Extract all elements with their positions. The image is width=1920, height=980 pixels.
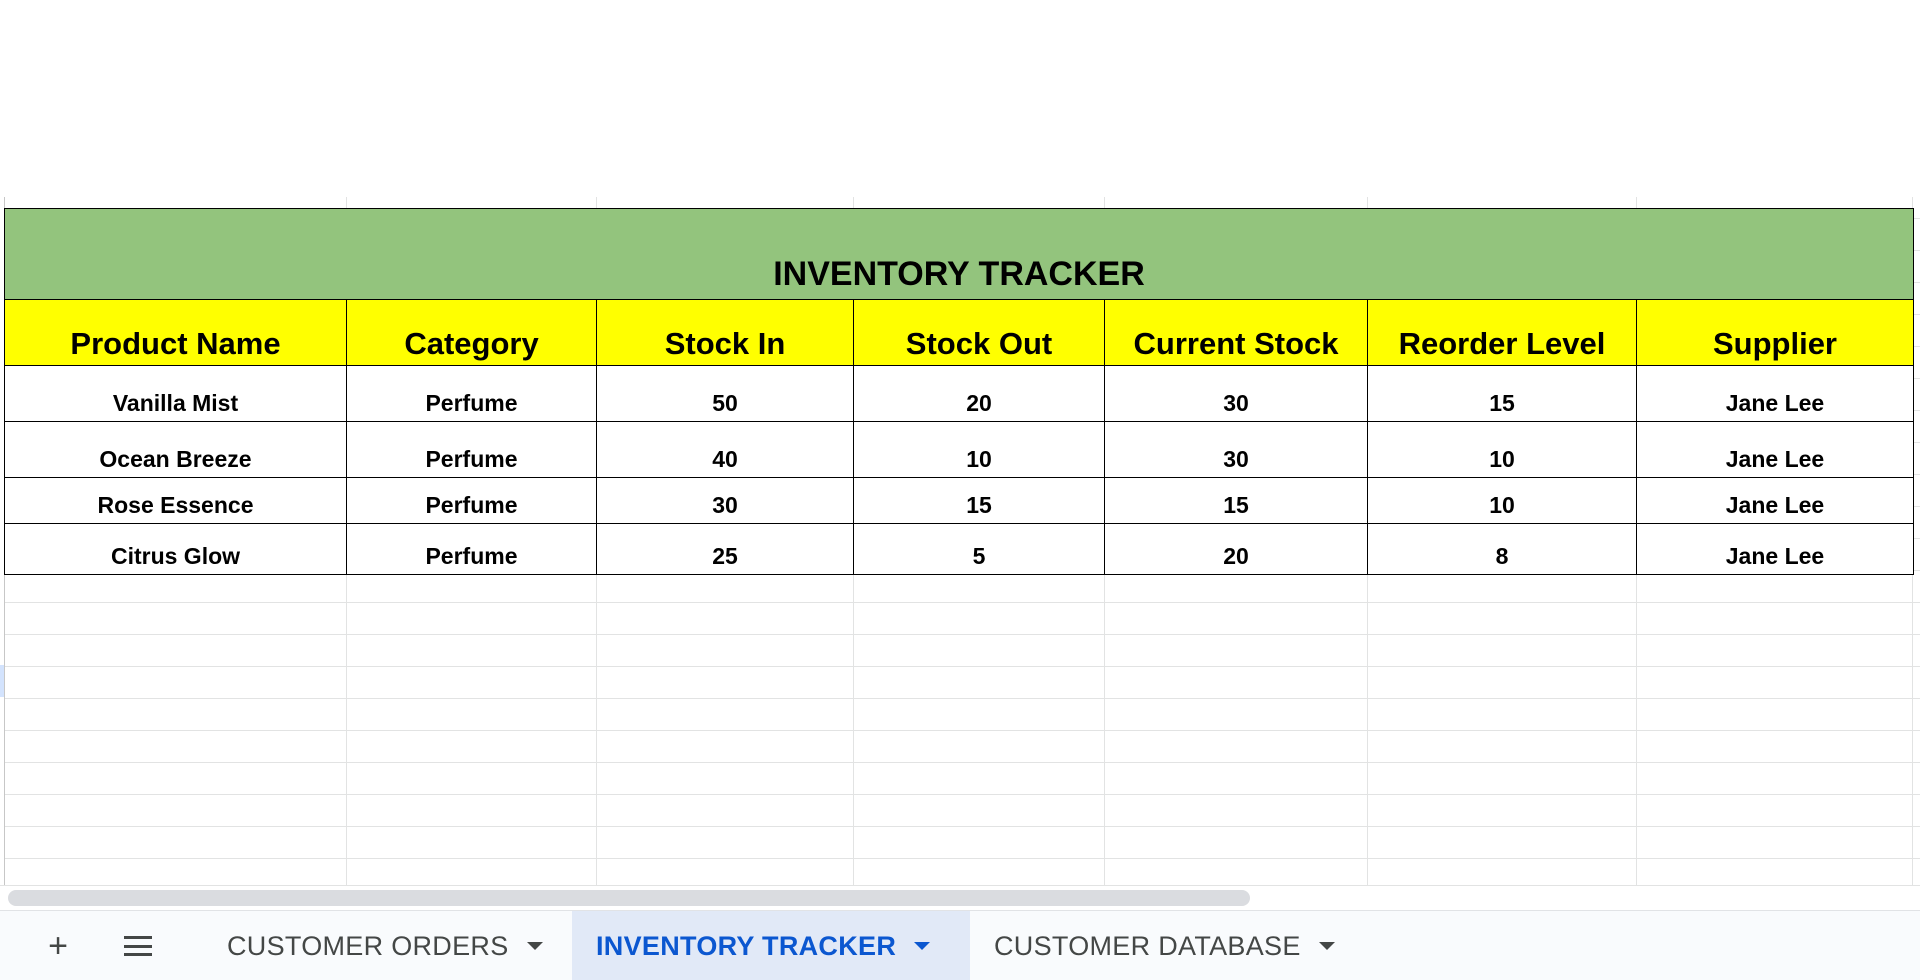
cell-supplier[interactable]: Jane Lee — [1636, 477, 1914, 524]
tab-customer-database[interactable]: CUSTOMER DATABASE — [970, 911, 1366, 980]
tab-inventory-tracker[interactable]: INVENTORY TRACKER — [572, 911, 970, 980]
cell-supplier[interactable]: Jane Lee — [1636, 523, 1914, 575]
tab-label: CUSTOMER ORDERS — [227, 930, 509, 961]
toolbar-area — [0, 0, 1920, 197]
chevron-down-icon[interactable] — [1318, 942, 1335, 950]
cell-current-stock[interactable]: 30 — [1104, 421, 1368, 478]
scrollbar-thumb[interactable] — [8, 890, 1250, 906]
column-header-stock-out[interactable]: Stock Out — [853, 299, 1105, 366]
selected-row-marker — [0, 665, 4, 697]
cell-current-stock[interactable]: 15 — [1104, 477, 1368, 524]
cell-stock-out[interactable]: 10 — [853, 421, 1105, 478]
cell-stock-out[interactable]: 15 — [853, 477, 1105, 524]
chevron-down-icon[interactable] — [526, 942, 543, 950]
cell-category[interactable]: Perfume — [346, 365, 597, 422]
cell-product-name[interactable]: Vanilla Mist — [4, 365, 347, 422]
menu-icon — [124, 936, 152, 956]
cell-product-name[interactable]: Ocean Breeze — [4, 421, 347, 478]
cell-stock-out[interactable]: 20 — [853, 365, 1105, 422]
column-header-reorder-level[interactable]: Reorder Level — [1367, 299, 1637, 366]
cell-supplier[interactable]: Jane Lee — [1636, 365, 1914, 422]
cell-reorder-level[interactable]: 10 — [1367, 477, 1637, 524]
table-row: Ocean Breeze Perfume 40 10 30 10 Jane Le… — [4, 421, 1914, 478]
table-row: Vanilla Mist Perfume 50 20 30 15 Jane Le… — [4, 365, 1914, 422]
column-header-stock-in[interactable]: Stock In — [596, 299, 854, 366]
column-header-supplier[interactable]: Supplier — [1636, 299, 1914, 366]
inventory-table: INVENTORY TRACKER Product Name Category … — [4, 208, 1914, 575]
plus-icon: + — [48, 926, 68, 965]
spreadsheet-window: INVENTORY TRACKER Product Name Category … — [0, 0, 1920, 980]
all-sheets-button[interactable] — [112, 911, 164, 980]
cell-category[interactable]: Perfume — [346, 477, 597, 524]
cell-reorder-level[interactable]: 8 — [1367, 523, 1637, 575]
sheet-tab-bar: + CUSTOMER ORDERS INVENTORY TRACKER CUST… — [0, 910, 1920, 980]
table-row: Citrus Glow Perfume 25 5 20 8 Jane Lee — [4, 523, 1914, 575]
cell-reorder-level[interactable]: 15 — [1367, 365, 1637, 422]
sheet-title-cell[interactable]: INVENTORY TRACKER — [4, 208, 1914, 300]
cell-stock-in[interactable]: 25 — [596, 523, 854, 575]
cell-product-name[interactable]: Rose Essence — [4, 477, 347, 524]
cell-stock-in[interactable]: 40 — [596, 421, 854, 478]
cell-stock-in[interactable]: 30 — [596, 477, 854, 524]
column-header-category[interactable]: Category — [346, 299, 597, 366]
column-header-product-name[interactable]: Product Name — [4, 299, 347, 366]
cell-stock-out[interactable]: 5 — [853, 523, 1105, 575]
cell-supplier[interactable]: Jane Lee — [1636, 421, 1914, 478]
sheet-grid[interactable]: INVENTORY TRACKER Product Name Category … — [0, 197, 1920, 885]
table-row: Rose Essence Perfume 30 15 15 10 Jane Le… — [4, 477, 1914, 524]
cell-current-stock[interactable]: 30 — [1104, 365, 1368, 422]
cell-current-stock[interactable]: 20 — [1104, 523, 1368, 575]
cell-product-name[interactable]: Citrus Glow — [4, 523, 347, 575]
column-header-current-stock[interactable]: Current Stock — [1104, 299, 1368, 366]
horizontal-scrollbar[interactable] — [0, 885, 1920, 911]
cell-category[interactable]: Perfume — [346, 523, 597, 575]
tab-label: CUSTOMER DATABASE — [994, 930, 1301, 961]
cell-reorder-level[interactable]: 10 — [1367, 421, 1637, 478]
add-sheet-button[interactable]: + — [34, 911, 82, 980]
cell-stock-in[interactable]: 50 — [596, 365, 854, 422]
tab-customer-orders[interactable]: CUSTOMER ORDERS — [203, 911, 571, 980]
cell-category[interactable]: Perfume — [346, 421, 597, 478]
tab-label: INVENTORY TRACKER — [596, 930, 897, 961]
chevron-down-icon[interactable] — [914, 942, 931, 950]
